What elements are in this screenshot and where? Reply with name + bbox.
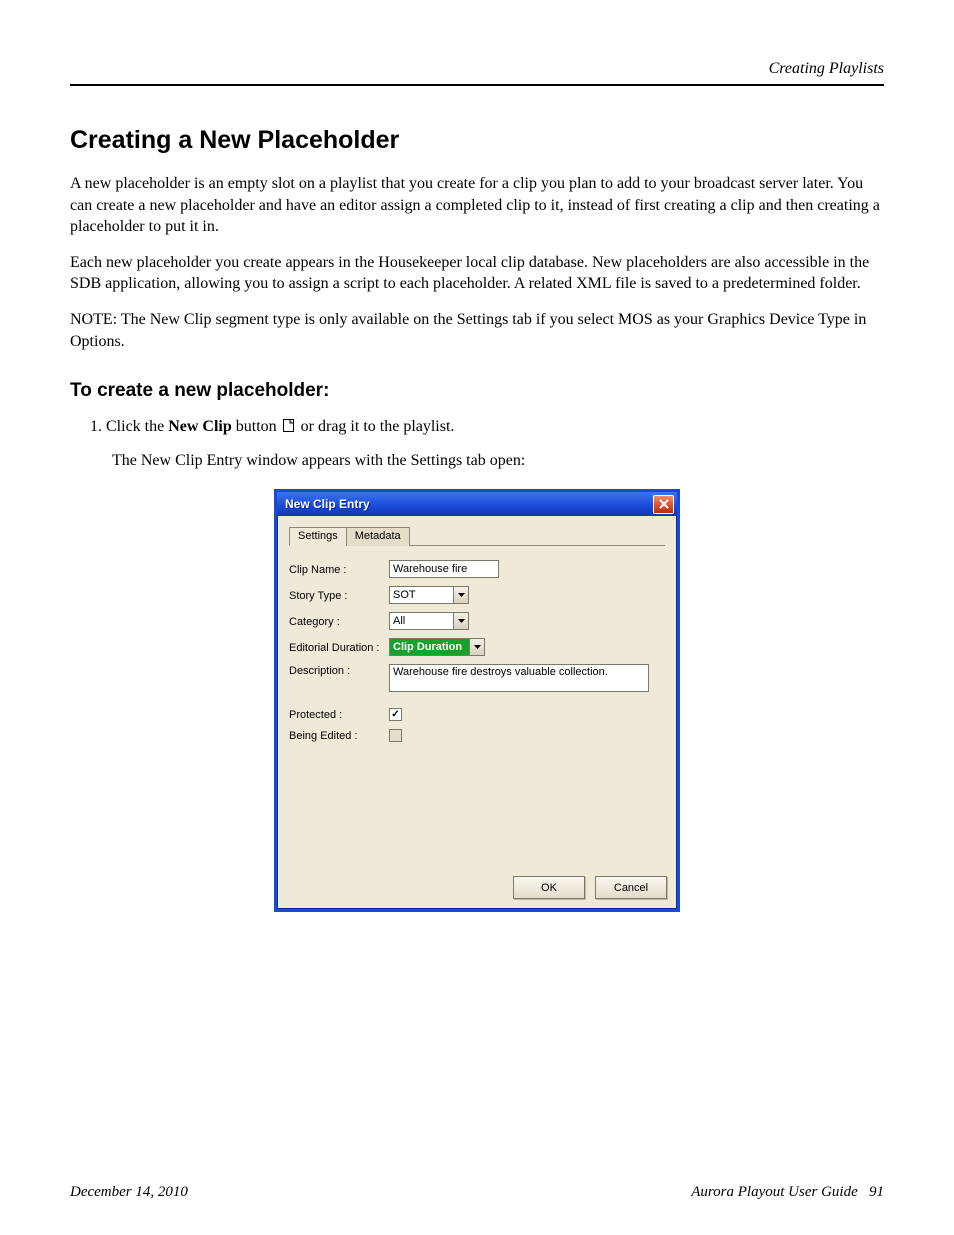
- label-story-type: Story Type :: [289, 589, 389, 602]
- dialog-title: New Clip Entry: [285, 497, 370, 511]
- category-value[interactable]: [389, 612, 453, 630]
- dialog-tabs: Settings Metadata: [289, 526, 665, 546]
- story-type-value[interactable]: [389, 586, 453, 604]
- editorial-duration-value[interactable]: [389, 638, 469, 656]
- label-protected: Protected :: [289, 708, 389, 721]
- footer-product: Aurora Playout User Guide: [691, 1184, 858, 1200]
- clip-name-input[interactable]: [389, 560, 499, 578]
- intro-paragraph-2: Each new placeholder you create appears …: [70, 252, 884, 295]
- story-type-select[interactable]: [389, 586, 469, 604]
- category-select[interactable]: [389, 612, 469, 630]
- header-rule: [70, 84, 884, 86]
- procedure-heading: To create a new placeholder:: [70, 380, 884, 402]
- label-category: Category :: [289, 615, 389, 628]
- chevron-down-icon[interactable]: [469, 638, 485, 656]
- dialog-titlebar: New Clip Entry: [277, 492, 677, 516]
- tab-metadata[interactable]: Metadata: [346, 527, 410, 546]
- label-editorial-duration: Editorial Duration :: [289, 641, 389, 654]
- close-icon[interactable]: [653, 495, 674, 514]
- new-clip-icon: [282, 418, 296, 440]
- label-clip-name: Clip Name :: [289, 563, 389, 576]
- label-description: Description :: [289, 664, 389, 677]
- protected-checkbox[interactable]: ✓: [389, 708, 402, 721]
- intro-paragraph-1: A new placeholder is an empty slot on a …: [70, 173, 884, 238]
- note-paragraph: NOTE: The New Clip segment type is only …: [70, 309, 884, 352]
- editorial-duration-select[interactable]: [389, 638, 485, 656]
- step-2: The New Clip Entry window appears with t…: [112, 450, 884, 472]
- chevron-down-icon[interactable]: [453, 586, 469, 604]
- step-1-pre: 1. Click the: [90, 418, 168, 435]
- footer-date: December 14, 2010: [70, 1184, 188, 1201]
- chevron-down-icon[interactable]: [453, 612, 469, 630]
- step-1-post: button: [232, 418, 281, 435]
- being-edited-checkbox: [389, 729, 402, 742]
- section-heading: Creating a New Placeholder: [70, 126, 884, 155]
- cancel-button[interactable]: Cancel: [595, 876, 667, 899]
- new-clip-entry-dialog: New Clip Entry Settings Metadata Clip Na…: [274, 489, 680, 912]
- label-being-edited: Being Edited :: [289, 729, 389, 742]
- step-1-tail: or drag it to the playlist.: [301, 418, 455, 435]
- step-1: 1. Click the New Clip button or drag it …: [90, 416, 884, 440]
- check-icon: ✓: [391, 710, 399, 720]
- running-header: Creating Playlists: [70, 60, 884, 78]
- ok-button[interactable]: OK: [513, 876, 585, 899]
- description-input[interactable]: Warehouse fire destroys valuable collect…: [389, 664, 649, 692]
- tab-settings[interactable]: Settings: [289, 527, 347, 546]
- page-footer: December 14, 2010 Aurora Playout User Gu…: [70, 1184, 884, 1201]
- footer-page: 91: [869, 1184, 884, 1200]
- step-1-bold: New Clip: [168, 418, 232, 435]
